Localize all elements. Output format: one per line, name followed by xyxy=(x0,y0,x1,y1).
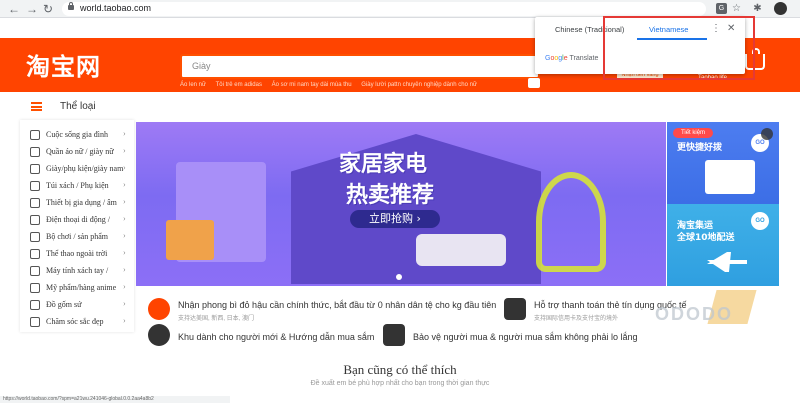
shipping-promo[interactable]: 淘宝集运 全球10地配送 GO xyxy=(667,204,779,286)
category-item[interactable]: Chăm sóc sắc đẹp › xyxy=(20,314,134,331)
category-item[interactable]: Đồ gốm sứ › xyxy=(20,297,134,314)
go-button[interactable]: GO xyxy=(751,212,769,230)
highlight-frame xyxy=(603,16,755,80)
url-text: world.taobao.com xyxy=(80,3,152,13)
shoe-icon xyxy=(30,164,40,174)
category-item[interactable]: Thể thao ngoài trời › xyxy=(20,246,134,263)
home-icon xyxy=(30,130,40,140)
banner-sofa-illustration xyxy=(416,234,506,266)
bag-icon xyxy=(30,181,40,191)
banner-title-line2: 热卖推荐 xyxy=(346,183,435,208)
promo-badge: Tiết kiệm xyxy=(673,128,713,138)
promo-title[interactable]: Nhận phong bì đỏ hậu cần chính thức, bắt… xyxy=(178,300,496,310)
camera-icon[interactable] xyxy=(761,128,773,140)
banner-title-line1: 家居家电 xyxy=(339,152,428,177)
main-banner[interactable]: 家居家电 热卖推荐 立即抢购 › xyxy=(136,122,666,286)
toy-icon xyxy=(30,232,40,242)
carousel-dot[interactable] xyxy=(396,274,402,280)
google-translate-brand: Google Translate xyxy=(545,55,599,62)
headphone-icon xyxy=(30,266,40,276)
beauty-icon xyxy=(30,317,40,327)
hot-words: Áo len nữ Tôi trẻ em adidas Áo sơ mi nam… xyxy=(180,82,485,88)
category-item[interactable]: Túi xách / Phụ kiện › xyxy=(20,178,134,195)
wallet-icon xyxy=(504,298,526,320)
banner-bike-illustration xyxy=(536,172,606,272)
promo-subtitle: 支持国际信用卡及支付宝的境外 xyxy=(534,316,619,322)
category-item[interactable]: Cuộc sống gia đình › xyxy=(20,127,134,144)
status-bar: https://world.taobao.com/?spm=a21wu.2410… xyxy=(0,396,230,403)
category-title[interactable]: Thể loại xyxy=(60,101,96,112)
search-input[interactable]: Giày xyxy=(180,54,540,79)
extensions-icon[interactable]: ✱ xyxy=(752,3,763,14)
credit-card-icon xyxy=(705,160,755,194)
hot-word[interactable]: Tôi trẻ em adidas xyxy=(216,82,262,88)
bookmark-star-icon[interactable]: ☆ xyxy=(731,3,742,14)
back-icon[interactable]: ← xyxy=(8,2,20,16)
hot-word[interactable]: Giày lười pattn chuyên nghiệp dành cho n… xyxy=(361,82,477,88)
category-item[interactable]: Thiết bị gia dụng / âm › xyxy=(20,195,134,212)
category-item[interactable]: Giày/phụ kiện/giày nam › xyxy=(20,161,134,178)
lock-icon xyxy=(68,2,74,10)
banner-cabinet-illustration xyxy=(166,220,214,260)
recommend-subtitle: Đề xuất em bé phù hợp nhất cho bạn trong… xyxy=(310,380,490,387)
hot-word[interactable]: Áo sơ mi nam tay dài mùa thu xyxy=(272,82,352,88)
camera-search-icon[interactable] xyxy=(528,78,540,88)
shield-icon xyxy=(383,324,405,346)
recommend-title: Bạn cũng có thể thích xyxy=(343,362,457,377)
hamburger-menu-icon[interactable] xyxy=(31,102,42,111)
search-placeholder: Giày xyxy=(192,61,211,71)
red-envelope-icon xyxy=(148,298,170,320)
compass-icon xyxy=(148,324,170,346)
side-promo-panel[interactable]: Tiết kiệm 更快捷好拨 GO 淘宝集运 全球10地配送 GO xyxy=(667,122,779,286)
category-item[interactable]: Bộ chơi / sản phẩm › xyxy=(20,229,134,246)
ceramic-icon xyxy=(30,300,40,310)
address-bar[interactable]: world.taobao.com xyxy=(62,2,706,16)
cosmetics-icon xyxy=(30,283,40,293)
appliance-icon xyxy=(30,198,40,208)
hot-word[interactable]: Áo len nữ xyxy=(180,82,206,88)
banner-cta-button[interactable]: 立即抢购 › xyxy=(350,210,440,228)
taobao-logo[interactable]: 淘宝网 xyxy=(26,47,101,82)
watermark-text: ODODO xyxy=(655,304,734,324)
promo-subtitle: 支持达美国, 新西, 日本, 澳门 xyxy=(178,316,255,322)
category-item[interactable]: Mỹ phẩm/hàng anime › xyxy=(20,280,134,297)
sport-icon xyxy=(30,249,40,259)
translate-icon[interactable]: G xyxy=(716,3,727,14)
profile-avatar[interactable] xyxy=(774,2,787,15)
promo-title[interactable]: Bảo vệ người mua & người mua sắm không p… xyxy=(413,332,637,342)
category-item[interactable]: Quần áo nữ / giày nữ › xyxy=(20,144,134,161)
phone-icon xyxy=(30,215,40,225)
promo-text: 更快捷好拨 xyxy=(677,143,723,153)
category-item[interactable]: Điện thoại di động / › xyxy=(20,212,134,229)
dress-icon xyxy=(30,147,40,157)
promo-title[interactable]: Khu dành cho người mới & Hướng dẫn mua s… xyxy=(178,332,374,342)
promo-text: 全球10地配送 xyxy=(677,233,735,243)
category-item[interactable]: Máy tính xách tay / › xyxy=(20,263,134,280)
category-sidebar: Cuộc sống gia đình › Quần áo nữ / giày nữ… xyxy=(20,120,134,332)
forward-icon[interactable]: → xyxy=(26,2,38,16)
reload-icon[interactable]: ↻ xyxy=(43,2,53,16)
